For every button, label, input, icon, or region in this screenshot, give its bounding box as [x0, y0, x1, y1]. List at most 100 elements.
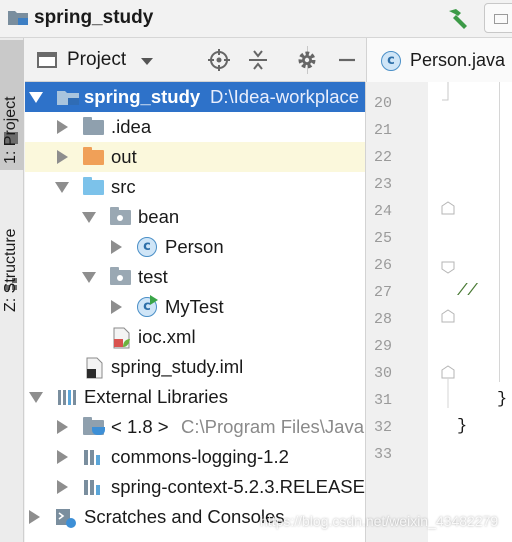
project-folder-icon: [8, 11, 28, 25]
java-class-icon: c: [137, 237, 159, 257]
tree-item-spring-context[interactable]: spring-context-5.2.3.RELEASE: [25, 472, 365, 502]
tree-item-bean[interactable]: bean: [25, 202, 365, 232]
code-brace: }: [457, 417, 468, 436]
chevron-right-icon[interactable]: [57, 480, 68, 494]
left-tool-stripe: 1: Project Z: Structure: [0, 38, 24, 542]
jdk-folder-icon: [83, 417, 105, 437]
chevron-down-icon[interactable]: [82, 272, 96, 283]
folder-icon: [83, 117, 105, 137]
project-toolbar: Project: [25, 38, 365, 82]
editor-gutter: 20 21 22 23 24 25 26 27 28 29 30 31 32 3…: [366, 82, 512, 542]
project-tab-label[interactable]: 1: Project: [2, 96, 20, 164]
tree-item-person[interactable]: c Person: [25, 232, 365, 262]
project-title[interactable]: spring_study: [34, 7, 153, 29]
spring-xml-file-icon: [110, 327, 132, 349]
tree-item-src[interactable]: src: [25, 172, 365, 202]
tree-item-label: Scratches and Consoles: [84, 506, 285, 527]
project-tree: spring_study D:\Idea-workplace .idea out…: [25, 82, 366, 542]
tree-item-label: bean: [138, 206, 180, 227]
project-window-icon: [37, 52, 57, 68]
tree-item-label: .idea: [111, 116, 152, 137]
run-config-button[interactable]: [484, 3, 512, 33]
tree-item-test[interactable]: test: [25, 262, 365, 292]
locate-target-icon[interactable]: [207, 48, 231, 72]
line-number: 22: [374, 149, 393, 166]
package-icon: [110, 207, 132, 227]
chevron-down-icon[interactable]: [141, 58, 153, 65]
libraries-icon: [57, 387, 79, 407]
line-number: 20: [374, 95, 393, 112]
line-number: 30: [374, 365, 393, 382]
tree-item-label: commons-logging-1.2: [111, 446, 289, 467]
line-number-column: 20 21 22 23 24 25 26 27 28 29 30 31 32 3…: [366, 82, 428, 542]
chevron-right-icon[interactable]: [57, 150, 68, 164]
tree-item-spring-study[interactable]: spring_study D:\Idea-workplace: [25, 82, 365, 112]
tree-item-commons-logging[interactable]: commons-logging-1.2: [25, 442, 365, 472]
code-comment: //: [457, 282, 478, 301]
project-view-selector[interactable]: Project: [67, 49, 126, 71]
chevron-right-icon[interactable]: [29, 510, 40, 524]
tree-item-label: Person: [165, 236, 224, 257]
tree-item-path: C:\Program Files\Java: [181, 416, 364, 437]
library-jar-icon: [83, 447, 105, 467]
fold-toggle-icon: [441, 309, 455, 323]
code-brace: }: [497, 390, 508, 409]
hide-panel-icon[interactable]: [335, 48, 359, 72]
tree-item-label: spring-context-5.2.3.RELEASE: [111, 476, 365, 497]
tree-item-jdk[interactable]: < 1.8 > C:\Program Files\Java: [25, 412, 365, 442]
tree-item-label: ioc.xml: [138, 326, 196, 347]
line-number: 25: [374, 230, 393, 247]
line-number: 24: [374, 203, 393, 220]
package-icon: [110, 267, 132, 287]
line-number: 28: [374, 311, 393, 328]
tab-label: Person.java: [410, 50, 506, 70]
fold-toggle-icon: [441, 201, 455, 215]
tree-item-label: out: [111, 146, 137, 167]
title-bar: spring_study: [0, 0, 512, 38]
editor-tab-bar: c Person.java: [366, 38, 512, 82]
line-number: 23: [374, 176, 393, 193]
tree-item-label: spring_study.iml: [111, 356, 244, 377]
watermark-text: https://blog.csdn.net/weixin_43482279: [260, 513, 499, 529]
tree-item-out[interactable]: out: [25, 142, 365, 172]
output-folder-icon: [83, 147, 105, 167]
gear-icon[interactable]: [295, 48, 319, 72]
scratches-icon: [55, 507, 77, 528]
chevron-down-icon[interactable]: [29, 92, 43, 103]
fold-toggle-icon: [441, 365, 455, 379]
line-number: 33: [374, 446, 393, 463]
fold-toggle-icon: [441, 261, 455, 274]
module-folder-icon: [57, 87, 79, 107]
tree-item-idea[interactable]: .idea: [25, 112, 365, 142]
structure-tab-label[interactable]: Z: Structure: [2, 228, 20, 312]
build-hammer-icon[interactable]: [446, 7, 470, 29]
line-number: 26: [374, 257, 393, 274]
tree-item-label: src: [111, 176, 136, 197]
chevron-down-icon[interactable]: [55, 182, 69, 193]
tree-item-mytest[interactable]: c MyTest: [25, 292, 365, 322]
tree-item-label: External Libraries: [84, 386, 228, 407]
tree-item-label: spring_study: [84, 86, 201, 107]
chevron-right-icon[interactable]: [57, 120, 68, 134]
tree-item-ioc-xml[interactable]: ioc.xml: [25, 322, 365, 352]
java-class-icon: c: [381, 51, 401, 71]
chevron-right-icon[interactable]: [111, 240, 122, 254]
source-folder-icon: [83, 177, 105, 197]
line-number: 27: [374, 284, 393, 301]
runnable-class-icon: c: [137, 295, 159, 317]
chevron-right-icon[interactable]: [111, 300, 122, 314]
chevron-right-icon[interactable]: [57, 420, 68, 434]
chevron-down-icon[interactable]: [82, 212, 96, 223]
tree-item-label: < 1.8 >: [111, 416, 169, 437]
collapse-all-icon[interactable]: [246, 48, 270, 72]
tab-person-java[interactable]: c Person.java: [367, 38, 512, 82]
tree-item-iml[interactable]: spring_study.iml: [25, 352, 365, 382]
iml-file-icon: [83, 357, 105, 379]
line-number: 29: [374, 338, 393, 355]
chevron-down-icon[interactable]: [29, 392, 43, 403]
indent-guide: [499, 82, 500, 382]
tree-item-external-libraries[interactable]: External Libraries: [25, 382, 365, 412]
tree-item-path: D:\Idea-workplace: [210, 86, 360, 107]
tree-item-label: MyTest: [165, 296, 224, 317]
chevron-right-icon[interactable]: [57, 450, 68, 464]
